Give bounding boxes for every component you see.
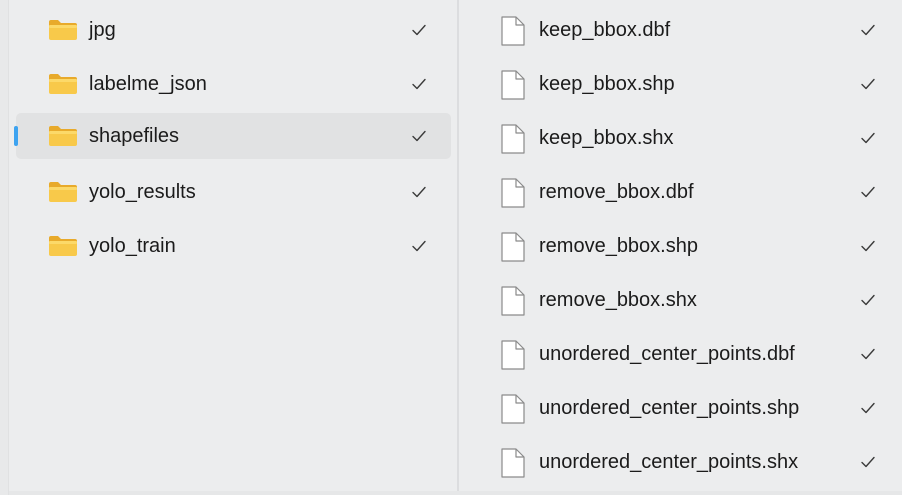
checkmark-icon <box>861 294 875 306</box>
folder-label: labelme_json <box>89 73 207 95</box>
folder-list-pane: jpg labelme_json shapefiles yolo_results… <box>9 0 457 495</box>
checkmark-icon <box>861 456 875 468</box>
file-explorer: jpg labelme_json shapefiles yolo_results… <box>0 0 902 495</box>
file-item[interactable]: keep_bbox.shx <box>459 115 902 161</box>
file-item[interactable]: remove_bbox.shp <box>459 223 902 269</box>
navigation-edge <box>0 0 9 495</box>
file-icon <box>501 340 525 370</box>
file-item[interactable]: unordered_center_points.shp <box>459 385 902 431</box>
file-icon <box>501 70 525 100</box>
checkmark-icon <box>412 130 426 142</box>
file-icon <box>501 124 525 154</box>
checkmark-icon <box>861 132 875 144</box>
file-label: unordered_center_points.shp <box>539 397 800 419</box>
folder-item-yolo-results[interactable]: yolo_results <box>16 169 451 215</box>
folder-icon <box>49 74 77 94</box>
file-icon <box>501 178 525 208</box>
file-icon <box>501 286 525 316</box>
folder-item-labelme-json[interactable]: labelme_json <box>16 61 451 107</box>
file-icon <box>501 232 525 262</box>
file-label: remove_bbox.dbf <box>539 181 694 203</box>
bottom-edge <box>9 491 902 495</box>
checkmark-icon <box>861 78 875 90</box>
folder-icon <box>49 182 77 202</box>
file-icon <box>501 16 525 46</box>
file-label: keep_bbox.shp <box>539 73 675 95</box>
checkmark-icon <box>412 240 426 252</box>
folder-item-jpg[interactable]: jpg <box>16 7 451 53</box>
folder-item-shapefiles[interactable]: shapefiles <box>14 113 451 159</box>
checkmark-icon <box>861 24 875 36</box>
file-item[interactable]: unordered_center_points.shx <box>459 439 902 485</box>
file-list-pane: keep_bbox.dbf keep_bbox.shp keep_bbox.sh… <box>459 0 902 495</box>
folder-label: jpg <box>89 19 116 41</box>
file-item[interactable]: remove_bbox.dbf <box>459 169 902 215</box>
checkmark-icon <box>412 186 426 198</box>
folder-icon <box>49 126 77 146</box>
file-item[interactable]: unordered_center_points.dbf <box>459 331 902 377</box>
folder-icon <box>49 236 77 256</box>
file-item[interactable]: remove_bbox.shx <box>459 277 902 323</box>
file-label: unordered_center_points.dbf <box>539 343 795 365</box>
file-icon <box>501 448 525 478</box>
folder-item-yolo-train[interactable]: yolo_train <box>16 223 451 269</box>
checkmark-icon <box>861 186 875 198</box>
checkmark-icon <box>412 24 426 36</box>
checkmark-icon <box>861 402 875 414</box>
checkmark-icon <box>861 240 875 252</box>
folder-icon <box>49 20 77 40</box>
checkmark-icon <box>861 348 875 360</box>
folder-label: yolo_results <box>89 181 196 203</box>
file-label: remove_bbox.shp <box>539 235 698 257</box>
file-label: keep_bbox.shx <box>539 127 674 149</box>
folder-label: shapefiles <box>89 125 180 147</box>
file-icon <box>501 394 525 424</box>
file-item[interactable]: keep_bbox.dbf <box>459 7 902 53</box>
folder-label: yolo_train <box>89 235 176 257</box>
file-label: keep_bbox.dbf <box>539 19 671 41</box>
file-label: remove_bbox.shx <box>539 289 697 311</box>
selection-indicator <box>14 126 18 146</box>
file-label: unordered_center_points.shx <box>539 451 799 473</box>
file-item[interactable]: keep_bbox.shp <box>459 61 902 107</box>
checkmark-icon <box>412 78 426 90</box>
